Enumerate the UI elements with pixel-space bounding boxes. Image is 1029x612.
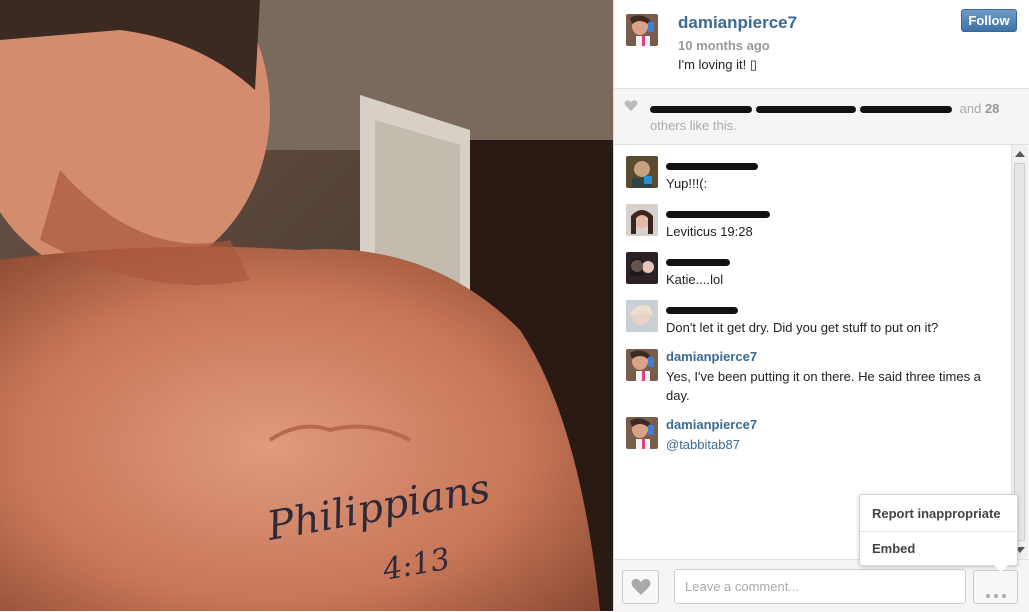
commenter-avatar[interactable]	[626, 349, 658, 381]
comment-username[interactable]	[666, 158, 758, 173]
comment-text: Katie....lol	[666, 272, 724, 287]
heart-icon	[631, 578, 651, 595]
menu-pointer	[994, 565, 1008, 572]
comment-input[interactable]	[674, 569, 966, 604]
redacted-liker[interactable]	[860, 106, 952, 114]
commenter-avatar[interactable]	[626, 156, 658, 188]
options-menu: Report inappropriate Embed	[859, 494, 1018, 572]
commenter-avatar[interactable]	[626, 300, 658, 332]
more-options-button[interactable]	[973, 570, 1018, 604]
commenter-avatar[interactable]	[626, 417, 658, 449]
heart-icon	[624, 99, 638, 117]
comment-footer	[614, 559, 1029, 612]
post-header: damianpierce7 10 months ago I'm loving i…	[614, 0, 1029, 89]
like-button[interactable]	[622, 570, 659, 604]
commenter-avatar[interactable]	[626, 204, 658, 236]
comment-text: Don't let it get dry. Did you get stuff …	[666, 320, 939, 335]
comment-text: Yes, I've been putting it on there. He s…	[666, 369, 981, 403]
post-caption: I'm loving it! ▯	[678, 57, 757, 72]
comment-username[interactable]: damianpierce7	[666, 349, 757, 364]
more-dots-icon	[984, 585, 1008, 603]
post-timestamp[interactable]: 10 months ago	[678, 38, 770, 53]
follow-button[interactable]: Follow	[961, 9, 1017, 32]
commenter-avatar[interactable]	[626, 252, 658, 284]
comment-username[interactable]	[666, 254, 730, 269]
comment-text: Yup!!!(:	[666, 176, 708, 191]
redacted-liker[interactable]	[756, 106, 856, 114]
comment-username[interactable]	[666, 302, 738, 317]
menu-item-report[interactable]: Report inappropriate	[860, 496, 1017, 531]
redacted-liker[interactable]	[650, 106, 752, 114]
comment-username[interactable]	[666, 206, 770, 221]
likes-and-text: and	[959, 101, 982, 116]
likes-count[interactable]: 28	[985, 101, 999, 116]
likes-others-text: others like this.	[650, 118, 737, 133]
scroll-up-icon[interactable]	[1015, 151, 1025, 157]
post-photo: Philippians 4:13	[0, 0, 613, 611]
author-avatar[interactable]	[626, 14, 658, 46]
comment-username[interactable]: damianpierce7	[666, 417, 757, 432]
comment-text[interactable]: @tabbitab87	[666, 435, 1006, 454]
likes-section: and 28 others like this.	[614, 89, 1029, 145]
post-panel: damianpierce7 10 months ago I'm loving i…	[613, 0, 1029, 612]
menu-item-embed[interactable]: Embed	[860, 531, 1017, 566]
author-username[interactable]: damianpierce7	[678, 13, 797, 33]
scrollbar-thumb[interactable]	[1014, 163, 1025, 541]
likers-list: and 28 others like this.	[650, 100, 1010, 134]
comment-text: Leviticus 19:28	[666, 224, 753, 239]
